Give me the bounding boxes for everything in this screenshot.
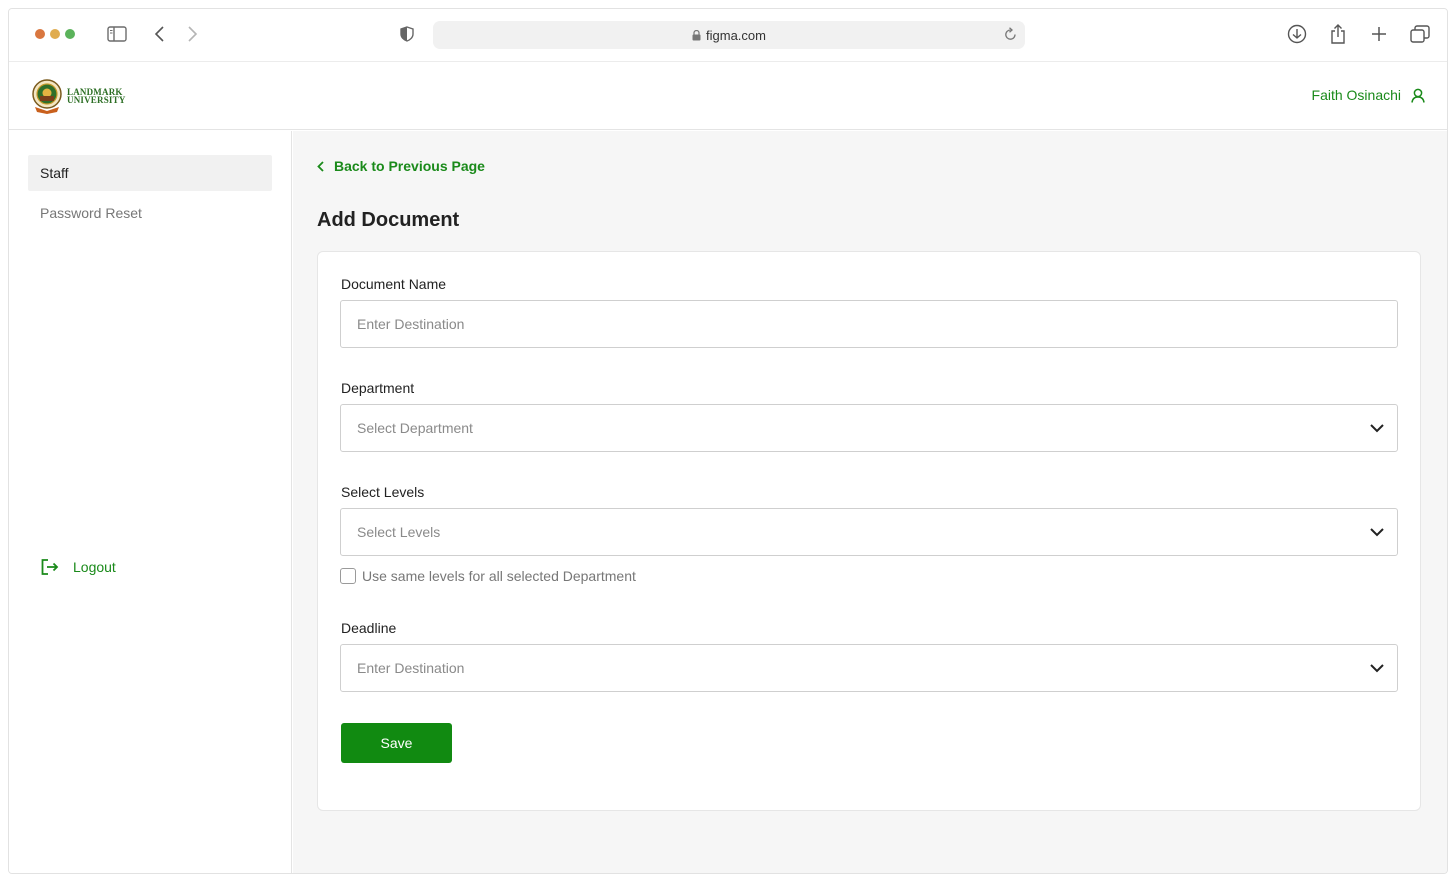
save-button[interactable]: Save <box>341 723 452 763</box>
levels-select[interactable]: Select Levels <box>340 508 1398 556</box>
zoom-window-button[interactable] <box>65 29 75 39</box>
main-content: Back to Previous Page Add Document Docum… <box>293 131 1447 873</box>
chevron-down-icon <box>1369 660 1385 676</box>
department-select[interactable]: Select Department <box>340 404 1398 452</box>
back-link[interactable]: Back to Previous Page <box>317 158 485 174</box>
logo-line2: UNIVERSITY <box>67 95 126 105</box>
close-window-button[interactable] <box>35 29 45 39</box>
deadline-placeholder: Enter Destination <box>357 660 465 676</box>
levels-placeholder: Select Levels <box>357 524 441 540</box>
sidebar: Staff Password Reset Logout <box>9 131 292 873</box>
logo-wordmark: LANDMARK UNIVERSITY <box>67 88 126 105</box>
download-icon[interactable] <box>1286 23 1308 45</box>
logout-icon <box>41 559 59 575</box>
department-placeholder: Select Department <box>357 420 473 436</box>
back-link-label: Back to Previous Page <box>334 158 485 174</box>
app-header: LANDMARK UNIVERSITY Faith Osinachi <box>9 62 1447 130</box>
levels-label: Select Levels <box>341 484 425 500</box>
chevron-down-icon <box>1369 524 1385 540</box>
share-icon[interactable] <box>1327 23 1349 45</box>
logout-button[interactable]: Logout <box>41 559 116 575</box>
minimize-window-button[interactable] <box>50 29 60 39</box>
browser-toolbar: figma.com <box>9 9 1447 62</box>
department-label: Department <box>341 380 415 396</box>
tab-overview-icon[interactable] <box>1409 23 1431 45</box>
sidebar-item-staff[interactable]: Staff <box>28 155 272 191</box>
new-tab-icon[interactable] <box>1368 23 1390 45</box>
forward-arrow-icon[interactable] <box>181 23 203 45</box>
shield-icon[interactable] <box>396 23 418 45</box>
same-levels-option[interactable]: Use same levels for all selected Departm… <box>340 568 636 584</box>
document-name-label: Document Name <box>341 276 447 292</box>
address-bar[interactable]: figma.com <box>433 21 1025 49</box>
chevron-down-icon <box>1369 420 1385 436</box>
user-icon <box>1411 88 1425 103</box>
same-levels-label: Use same levels for all selected Departm… <box>362 568 636 584</box>
user-menu[interactable]: Faith Osinachi <box>1312 87 1425 103</box>
back-arrow-icon[interactable] <box>149 23 171 45</box>
sidebar-item-label: Staff <box>40 165 69 181</box>
university-logo[interactable]: LANDMARK UNIVERSITY <box>31 78 126 114</box>
same-levels-checkbox[interactable] <box>340 568 356 584</box>
sidebar-toggle-icon[interactable] <box>106 23 128 45</box>
chevron-left-icon <box>317 160 324 172</box>
sidebar-item-label: Password Reset <box>40 205 142 221</box>
deadline-select[interactable]: Enter Destination <box>340 644 1398 692</box>
url-text: figma.com <box>706 27 766 43</box>
crest-icon <box>32 79 62 114</box>
page-title: Add Document <box>317 209 460 231</box>
sidebar-item-password-reset[interactable]: Password Reset <box>28 195 272 231</box>
document-name-placeholder: Enter Destination <box>357 316 465 332</box>
deadline-label: Deadline <box>341 620 397 636</box>
browser-window: figma.com LANDMARK UNIVERSITY Faith Osin… <box>8 8 1448 874</box>
logout-label: Logout <box>73 559 116 575</box>
reload-icon[interactable] <box>1004 27 1017 41</box>
add-document-form: Document Name Enter Destination Departme… <box>317 251 1421 811</box>
document-name-input[interactable]: Enter Destination <box>340 300 1398 348</box>
lock-icon <box>692 29 701 41</box>
user-name: Faith Osinachi <box>1311 87 1401 103</box>
